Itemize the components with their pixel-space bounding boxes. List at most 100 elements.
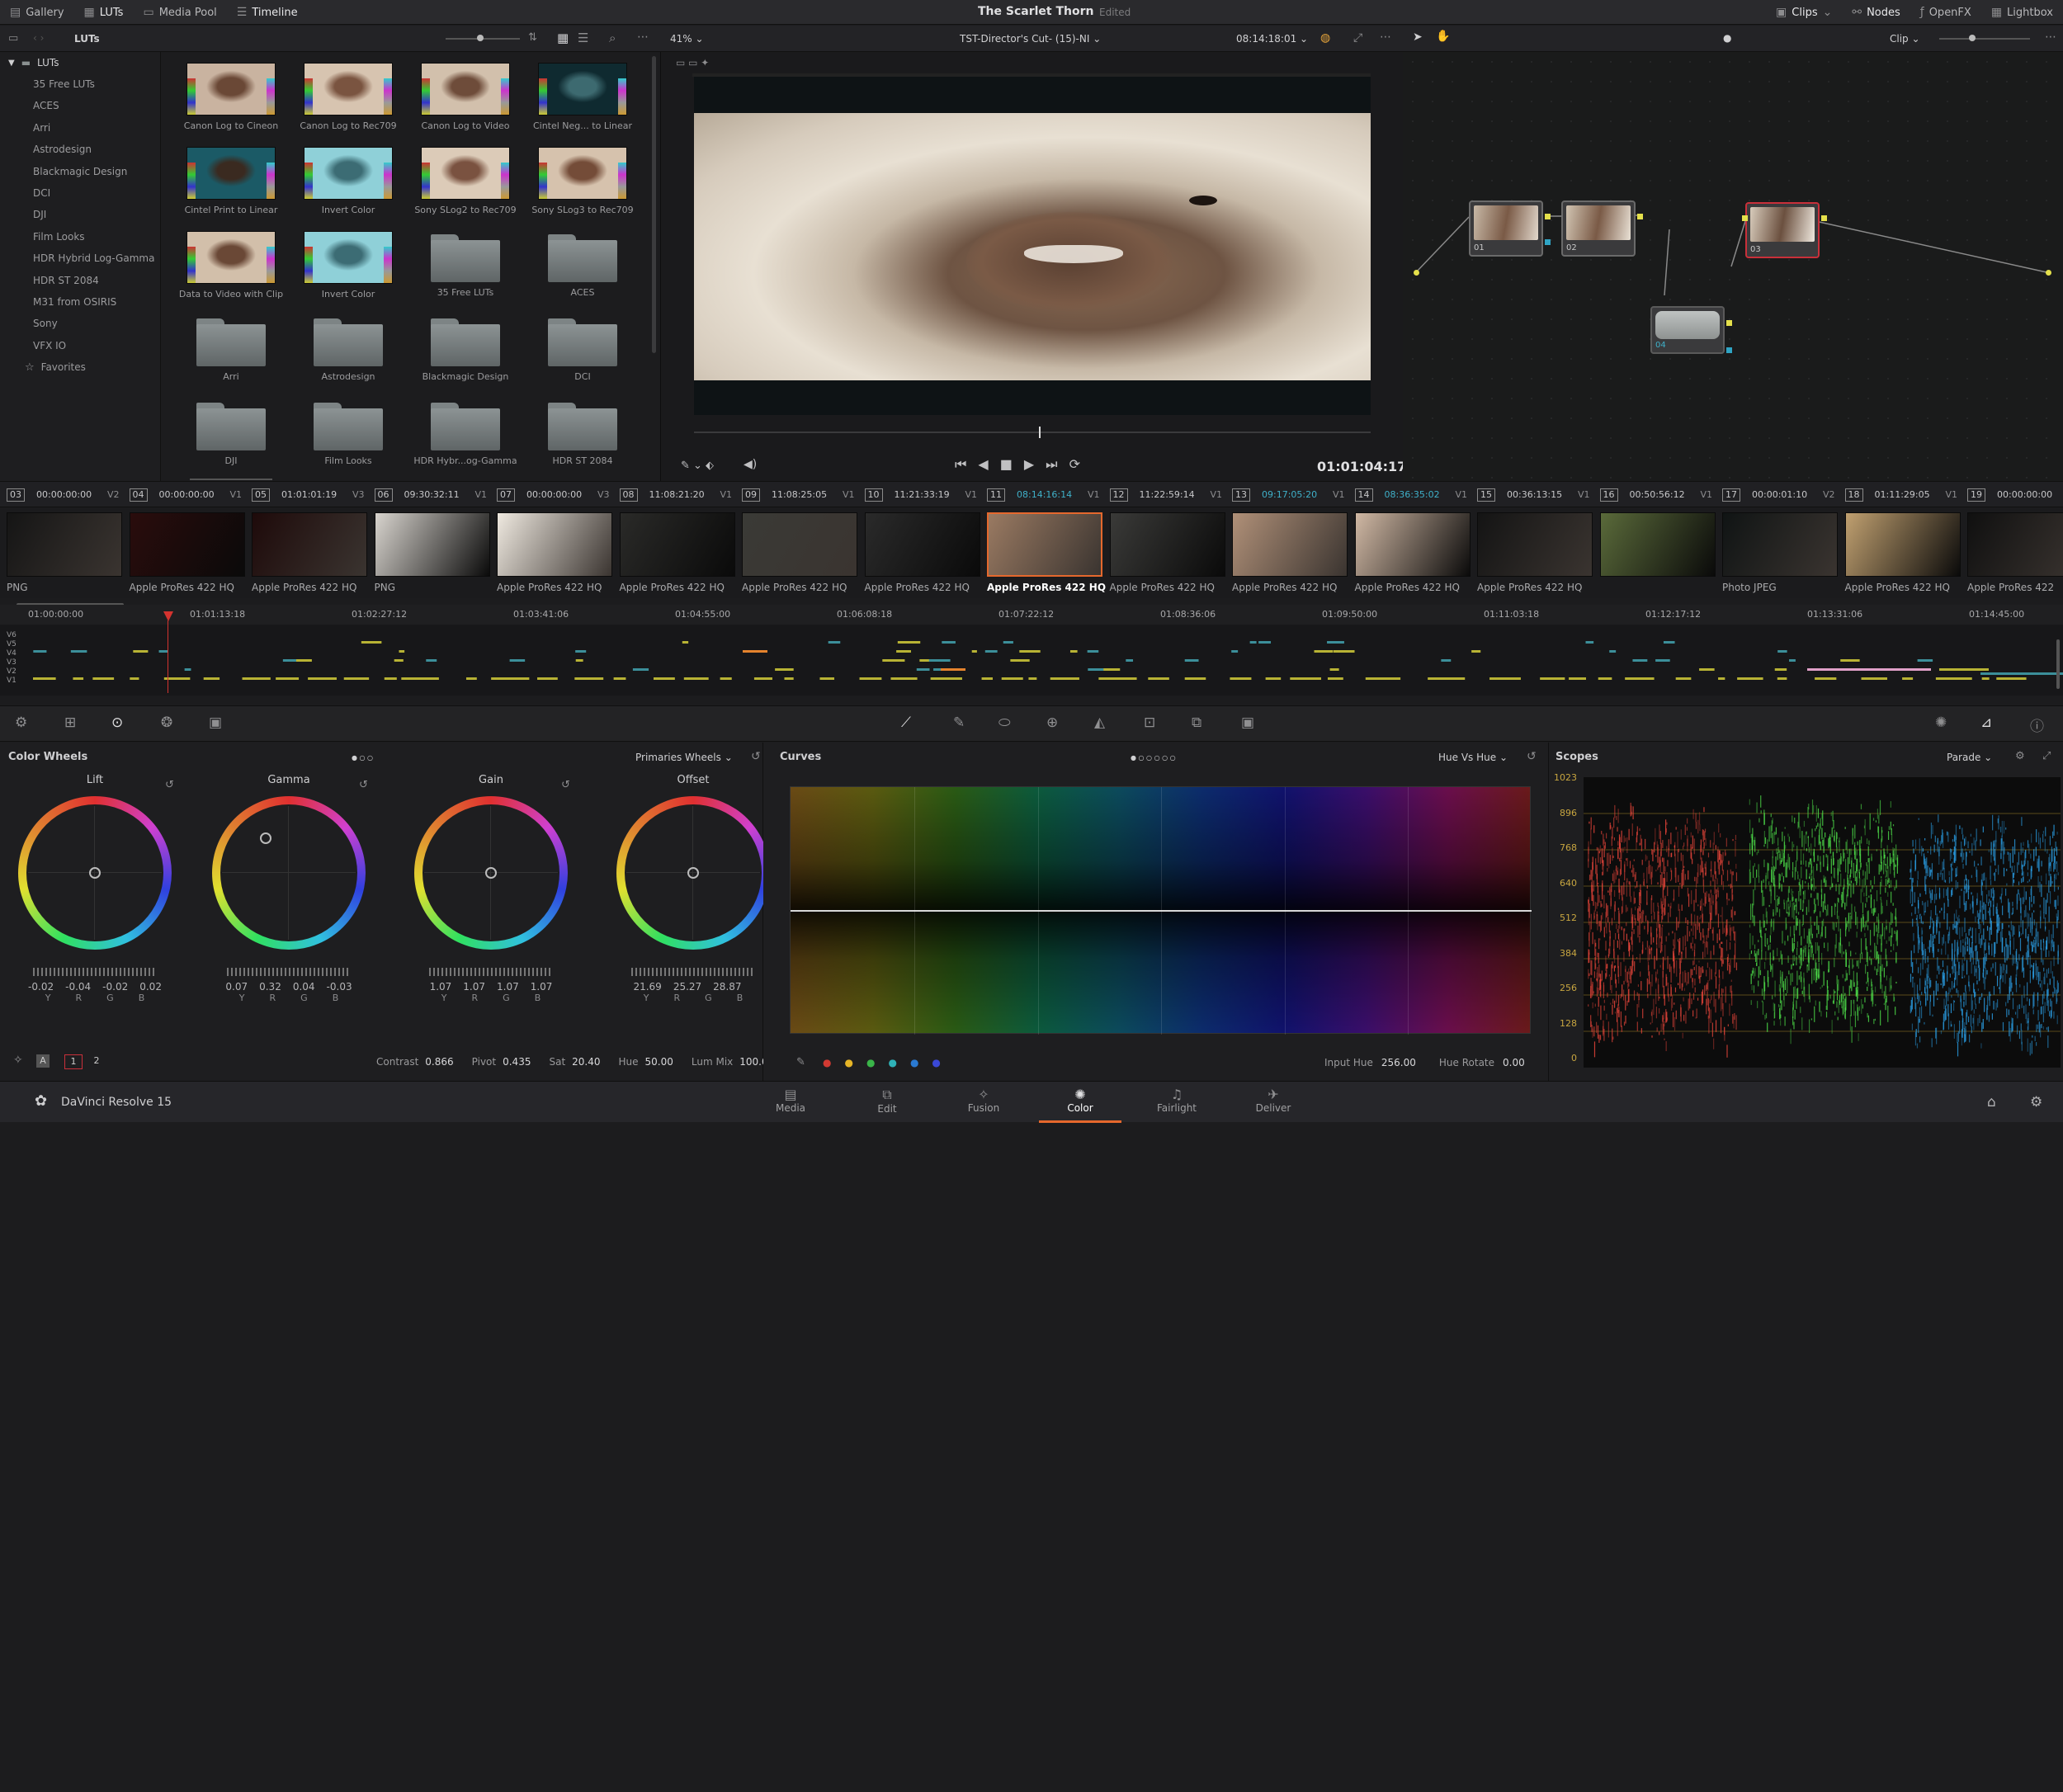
slider-handle[interactable] xyxy=(1969,35,1976,41)
clip-info[interactable]: 15 00:36:13:15 V1 xyxy=(1477,482,1590,508)
scopes-expand-icon[interactable]: ⤢ xyxy=(2042,750,2051,762)
wheel-ring[interactable] xyxy=(18,796,172,950)
clip-thumbnail[interactable] xyxy=(374,512,490,577)
wheel-value[interactable]: -0.04 xyxy=(65,981,91,993)
lut-folder[interactable]: Blackmagic Design xyxy=(408,307,523,382)
clip-info[interactable]: 16 00:50:56:12 V1 xyxy=(1599,482,1712,508)
viewer-tools-icon[interactable]: ✎ ⌄ ⬖ xyxy=(681,460,714,472)
tree-item[interactable]: M31 from OSIRIS xyxy=(0,291,160,313)
tree-item[interactable]: Blackmagic Design xyxy=(0,161,160,182)
luts-button[interactable]: ▦ LUTs xyxy=(74,0,134,25)
wheel-handle[interactable] xyxy=(89,867,101,879)
scopes-settings-icon[interactable]: ⚙ xyxy=(2015,750,2025,762)
lut-thumbnail[interactable]: Data to Video with Clip xyxy=(173,223,289,299)
wheel-reset-icon[interactable]: ↺ xyxy=(561,779,570,791)
wheel-value[interactable]: 0.32 xyxy=(259,981,281,993)
curves-page-dots[interactable]: ● ○ ○ ○ ○ ○ xyxy=(1131,754,1176,762)
tree-favorites[interactable]: ☆ Favorites xyxy=(0,356,160,378)
tree-item[interactable]: VFX IO xyxy=(0,335,160,356)
wheel-value[interactable]: -0.02 xyxy=(28,981,54,993)
tree-item[interactable]: HDR ST 2084 xyxy=(0,270,160,291)
slider-handle[interactable] xyxy=(477,35,484,41)
clips-button[interactable]: ▣ Clips ⌄ xyxy=(1766,0,1842,25)
media-pool-button[interactable]: ▭ Media Pool xyxy=(133,0,226,25)
clip-thumbnail[interactable] xyxy=(1599,512,1716,577)
lut-thumbnail[interactable]: Sony SLog3 to Rec709 xyxy=(525,139,640,215)
lut-bottom-scroll[interactable] xyxy=(190,479,272,480)
wheel-value[interactable]: 1.07 xyxy=(497,981,519,993)
source-timecode[interactable]: 08:14:18:01 ⌄ xyxy=(1236,33,1308,45)
clip-thumbnail[interactable] xyxy=(1109,512,1225,577)
node-mode-dropdown[interactable]: Clip ⌄ xyxy=(1890,33,1920,45)
tree-root[interactable]: ▼ ▬ LUTs xyxy=(0,52,160,73)
tree-item[interactable]: DJI xyxy=(0,204,160,225)
list-view-icon[interactable]: ☰ xyxy=(578,31,588,45)
node-03[interactable]: 03 xyxy=(1745,202,1820,258)
lut-folder[interactable]: Arri xyxy=(173,307,289,382)
timeline-name[interactable]: TST-Director's Cut- (15)-NI ⌄ xyxy=(960,33,1101,45)
project-settings-icon[interactable]: ⚙ xyxy=(2030,1094,2042,1111)
zoom-level[interactable]: 41% ⌄ xyxy=(670,33,704,45)
hand-tool-icon[interactable]: ✋ xyxy=(1436,30,1450,43)
search-icon[interactable]: ⌕ xyxy=(609,31,616,45)
curves-mode-dropdown[interactable]: Hue Vs Hue ⌄ xyxy=(1438,752,1508,763)
timeline-scrollbar[interactable] xyxy=(2056,639,2060,689)
lut-thumbnail[interactable]: Canon Log to Cineon xyxy=(173,54,289,131)
clip-info[interactable]: 12 11:22:59:14 V1 xyxy=(1109,482,1222,508)
color-wheel-gamma[interactable]: Gamma 0.07 0.32 0.04 -0.03 Y R G B xyxy=(194,774,384,1003)
camera-raw-icon[interactable]: ⚙ xyxy=(15,714,27,731)
clip-info[interactable]: 13 09:17:05:20 V1 xyxy=(1232,482,1345,508)
clip-info[interactable]: 10 11:21:33:19 V1 xyxy=(864,482,977,508)
qualifier-icon[interactable]: ✎ xyxy=(953,714,965,731)
clip-info[interactable]: 06 09:30:32:11 V1 xyxy=(374,482,487,508)
input-dot[interactable] xyxy=(1414,270,1419,276)
page-tab-fairlight[interactable]: ♫ Fairlight xyxy=(1131,1082,1222,1123)
yellow-swatch-icon[interactable]: ● xyxy=(844,1057,852,1068)
lut-thumbnail[interactable]: Canon Log to Rec709 xyxy=(290,54,406,131)
gallery-button[interactable]: ▤ Gallery xyxy=(0,0,74,25)
tracker-icon[interactable]: ⊕ xyxy=(1046,714,1058,731)
go-to-end-icon[interactable]: ⏭ xyxy=(1046,456,1069,472)
wheel-value[interactable]: -0.02 xyxy=(102,981,128,993)
viewer-mode-icon[interactable]: ▭ ▭ ✦ xyxy=(676,57,709,68)
page-tab-edit[interactable]: ⧉ Edit xyxy=(842,1082,932,1123)
clip-info[interactable]: 05 01:01:01:19 V3 xyxy=(252,482,365,508)
sat-value[interactable]: 20.40 xyxy=(572,1056,600,1068)
lut-folder[interactable]: Film Looks xyxy=(290,391,406,466)
lut-folder[interactable]: HDR Hybr...og-Gamma xyxy=(408,391,523,466)
3d-icon[interactable]: ✺ xyxy=(1935,714,1947,731)
output-dot[interactable] xyxy=(2046,270,2051,276)
cyan-swatch-icon[interactable]: ● xyxy=(888,1057,896,1068)
openfx-button[interactable]: ƒ OpenFX xyxy=(1910,0,1981,25)
clip-info[interactable]: 11 08:14:16:14 V1 xyxy=(987,482,1100,508)
wheel-ring[interactable] xyxy=(212,796,366,950)
clip-info[interactable]: 09 11:08:25:05 V1 xyxy=(742,482,855,508)
wheel-value[interactable]: 0.04 xyxy=(293,981,315,993)
hue-curve-graph[interactable] xyxy=(790,786,1532,1035)
play-icon[interactable]: ▶ xyxy=(1024,456,1046,472)
nodes-button[interactable]: ⚯ Nodes xyxy=(1842,0,1910,25)
clip-thumbnail[interactable] xyxy=(1232,512,1348,577)
wheels-mode-dropdown[interactable]: Primaries Wheels ⌄ xyxy=(635,752,733,763)
tree-item[interactable]: Astrodesign xyxy=(0,139,160,160)
input-hue-value[interactable]: 256.00 xyxy=(1381,1057,1416,1068)
curves-reset-icon[interactable]: ↺ xyxy=(1527,750,1537,763)
tree-item[interactable]: Film Looks xyxy=(0,226,160,248)
magenta-swatch-icon[interactable]: ● xyxy=(932,1057,940,1068)
master-wheel[interactable] xyxy=(33,968,157,976)
page-tab-deliver[interactable]: ✈ Deliver xyxy=(1228,1082,1319,1123)
wheel-value[interactable]: 1.07 xyxy=(430,981,452,993)
wheel-value[interactable]: 28.87 xyxy=(713,981,741,993)
tree-item[interactable]: ACES xyxy=(0,95,160,116)
blur-icon[interactable]: ⊡ xyxy=(1144,714,1155,731)
color-wheel-lift[interactable]: Lift -0.02 -0.04 -0.02 0.02 Y R G B xyxy=(0,774,190,1003)
lut-thumbnail[interactable]: Invert Color xyxy=(290,223,406,299)
clip-info[interactable]: 07 00:00:00:00 V3 xyxy=(497,482,610,508)
clip-thumbnail[interactable] xyxy=(252,512,367,577)
magic-mask-icon[interactable]: ◭ xyxy=(1094,714,1105,731)
wheel-handle[interactable] xyxy=(687,867,699,879)
rgb-mixer-icon[interactable]: ❂ xyxy=(161,714,172,731)
clip-thumbnail[interactable] xyxy=(497,512,612,577)
wheel-ring[interactable] xyxy=(414,796,568,950)
clip-info[interactable]: 04 00:00:00:00 V1 xyxy=(129,482,242,508)
